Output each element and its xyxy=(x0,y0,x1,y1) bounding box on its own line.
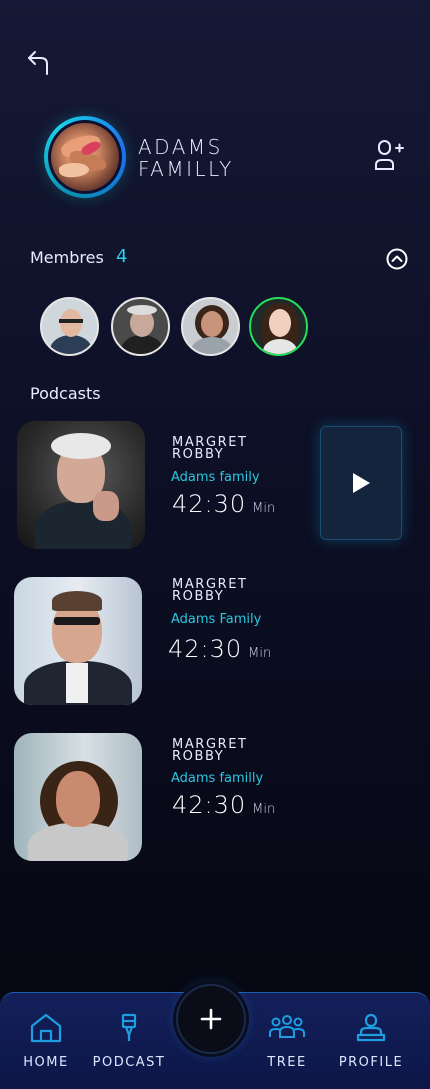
microphone-icon xyxy=(121,1013,137,1041)
nav-home-label: HOME xyxy=(23,1055,69,1070)
chevron-up-circle-icon xyxy=(386,248,408,270)
podcast-title: MARGRET ROBBY xyxy=(172,577,248,604)
member-avatar-4[interactable] xyxy=(249,297,308,356)
profile-icon xyxy=(356,1013,386,1042)
nav-podcast-label: PODCAST xyxy=(92,1055,166,1070)
family-avatar xyxy=(44,116,126,198)
podcast-duration: 42:30 Min xyxy=(172,490,276,518)
podcast-duration: 42:30 Min xyxy=(172,791,276,819)
podcast-thumbnail[interactable] xyxy=(14,577,142,705)
podcast-thumbnail[interactable] xyxy=(14,733,142,861)
member-avatar-1[interactable] xyxy=(40,297,99,356)
podcast-family: Adams familly xyxy=(171,771,264,786)
member-avatar-3[interactable] xyxy=(181,297,240,356)
member-avatar-2[interactable] xyxy=(111,297,170,356)
add-button[interactable] xyxy=(176,984,246,1054)
podcast-duration: 42:30 Min xyxy=(168,635,272,663)
podcast-title: MARGRET ROBBY xyxy=(172,737,248,764)
group-icon xyxy=(269,1015,305,1038)
nav-tree-label: TREE xyxy=(267,1055,307,1070)
nav-profile[interactable]: PROFILE xyxy=(326,993,416,1089)
family-name: ADAMS FAMILLY xyxy=(138,136,234,180)
back-arrow-icon xyxy=(28,51,48,75)
back-button[interactable] xyxy=(26,48,54,76)
play-button[interactable] xyxy=(320,426,402,540)
family-name-line2: FAMILLY xyxy=(138,157,234,181)
podcasts-label: Podcasts xyxy=(30,384,101,403)
members-collapse-button[interactable] xyxy=(386,248,408,270)
podcast-thumbnail[interactable] xyxy=(17,421,145,549)
podcast-title: MARGRET ROBBY xyxy=(172,435,248,462)
nav-home[interactable]: HOME xyxy=(1,993,91,1089)
podcast-family: Adams family xyxy=(171,470,260,485)
plus-icon xyxy=(200,1008,222,1030)
add-member-button[interactable] xyxy=(372,138,404,172)
family-name-line1: ADAMS xyxy=(138,135,223,159)
podcast-family: Adams Family xyxy=(171,612,262,627)
home-icon xyxy=(30,1013,62,1043)
members-label: Membres xyxy=(30,248,104,267)
nav-podcast[interactable]: PODCAST xyxy=(84,993,174,1089)
members-count: 4 xyxy=(116,246,128,267)
add-user-icon xyxy=(375,140,404,170)
nav-profile-label: PROFILE xyxy=(338,1055,404,1070)
nav-tree[interactable]: TREE xyxy=(242,993,332,1089)
play-icon xyxy=(353,473,370,493)
